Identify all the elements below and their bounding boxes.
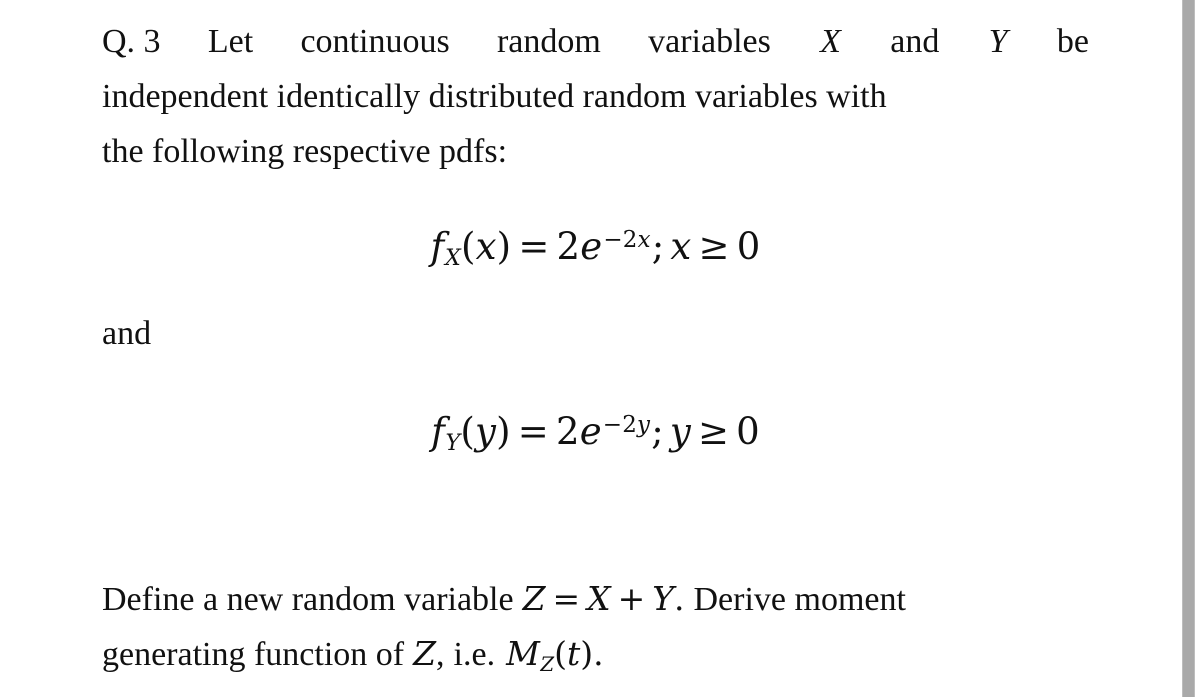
equation-fx-domain-variable: x <box>670 225 692 269</box>
document-content: Q. 3 Let continuous random variables Xand Ybe … <box>102 14 1089 682</box>
equation-fy-paren-close: ) <box>496 409 511 453</box>
inline-equation-z: Z = X + Y. <box>514 579 685 618</box>
equation-fx-exponent-coefficient: 2 <box>622 227 638 254</box>
inline-variable-z-2: Z <box>413 634 437 674</box>
inline-period: . <box>674 579 685 619</box>
task-lead-text: Define a new random variable <box>102 581 514 619</box>
equation-fy-exponent-sign: − <box>602 411 623 438</box>
equation-fx-exponent-sign: − <box>603 227 623 254</box>
equation-fx-argument: x <box>475 225 497 269</box>
mgf-period: . <box>593 634 604 674</box>
equation-fy-exponent: −2y <box>602 412 650 438</box>
document-page: Q. 3 Let continuous random variables Xand Ybe … <box>0 0 1181 697</box>
equation-fy-argument: y <box>474 409 497 453</box>
equation-fy-base: e <box>579 409 602 453</box>
equation-fx-exponent: −2x <box>602 227 650 253</box>
word-let: Let <box>207 23 254 60</box>
equation-fx-subscript: X <box>444 245 461 272</box>
equation-fy-function: f <box>431 409 445 453</box>
equation-fy-separator: ; <box>651 409 664 453</box>
inline-variable-x: X <box>587 579 611 619</box>
mgf-paren-close: ) <box>580 634 594 674</box>
mgf-paren-open: ( <box>554 634 567 674</box>
inline-equals: = <box>552 579 581 619</box>
equation-fx-paren-open: ( <box>460 225 476 269</box>
equation-fx-domain-bound: 0 <box>736 225 761 269</box>
equation-fy-exponent-coefficient: 2 <box>622 411 638 438</box>
equation-fy-domain-relation: ≥ <box>697 409 730 453</box>
equation-fx: fX(x) = 2e−2x; x ≥0 <box>431 225 761 271</box>
equation-fy-equals: = <box>517 409 549 453</box>
question-label: Q. 3 <box>102 23 161 60</box>
paragraph-task-line-2: generating function of Z, i.e. MZ(t). <box>102 627 1089 682</box>
inline-equation-mgf: MZ(t). <box>495 634 604 676</box>
equation-fx-domain-relation: ≥ <box>698 225 730 269</box>
equation-fy-exponent-variable: y <box>637 411 651 438</box>
word-and: and <box>890 23 940 60</box>
word-variables: variables <box>648 23 771 60</box>
spacer-before-final-paragraph <box>102 456 1089 572</box>
equation-fy: fY(y) = 2e−2y; y ≥0 <box>431 410 760 456</box>
equation-fx-base: e <box>580 225 603 269</box>
spacer-before-connector <box>102 271 1089 307</box>
paragraph-task-line-1: Define a new random variable Z = X + Y. Derive… <box>102 572 1089 627</box>
equation-fx-coefficient: 2 <box>556 225 581 269</box>
word-be: be <box>1056 23 1089 60</box>
mgf-argument: t <box>566 634 581 674</box>
equation-fx-equals: = <box>518 225 550 269</box>
task-line2-ie: i.e. <box>453 636 496 674</box>
equation-fy-domain-bound: 0 <box>736 409 760 453</box>
equation-fx-block: fX(x) = 2e−2x; x ≥0 <box>102 225 1089 271</box>
paragraph-intro-line-1: Q. 3 Let continuous random variables Xand Ybe <box>102 14 1089 69</box>
equation-fy-paren-open: ( <box>460 409 475 453</box>
word-random: random <box>496 23 601 60</box>
vertical-scrollbar-track[interactable] <box>1181 0 1200 697</box>
mgf-name: M <box>506 634 540 674</box>
equation-fy-coefficient: 2 <box>555 409 580 453</box>
variable-y: Y <box>988 23 1008 60</box>
equation-fx-function: f <box>430 225 445 269</box>
task-line2-comma: , <box>436 636 445 674</box>
equation-fy-subscript: Y <box>445 430 461 457</box>
paragraph-intro-line-3: the following respective pdfs: <box>102 133 508 171</box>
inline-plus: + <box>617 579 646 619</box>
connector-and: and <box>102 315 152 353</box>
equation-fx-paren-close: ) <box>496 225 512 269</box>
vertical-scrollbar-thumb[interactable] <box>1182 0 1195 697</box>
variable-x: X <box>820 23 841 60</box>
equation-fx-separator: ; <box>651 225 665 269</box>
task-trail-text: Derive moment <box>693 581 906 619</box>
spacer-before-equation-2 <box>102 362 1089 410</box>
equation-fy-block: fY(y) = 2e−2y; y ≥0 <box>102 410 1089 456</box>
task-line2-lead-text: generating function of <box>102 636 405 674</box>
paragraph-intro: Q. 3 Let continuous random variables Xand Ybe … <box>102 14 1089 179</box>
spacer-before-equation-1 <box>102 179 1089 225</box>
equation-fx-exponent-variable: x <box>637 227 651 254</box>
inline-variable-y: Y <box>652 579 675 619</box>
mgf-subscript: Z <box>540 652 555 676</box>
inline-variable-z: Z <box>522 579 546 619</box>
paragraph-intro-line-2: independent identically distributed rand… <box>102 78 887 116</box>
equation-fy-domain-variable: y <box>669 409 691 453</box>
word-continuous: continuous <box>300 23 450 60</box>
paragraph-task: Define a new random variable Z = X + Y. Derive… <box>102 572 1089 682</box>
